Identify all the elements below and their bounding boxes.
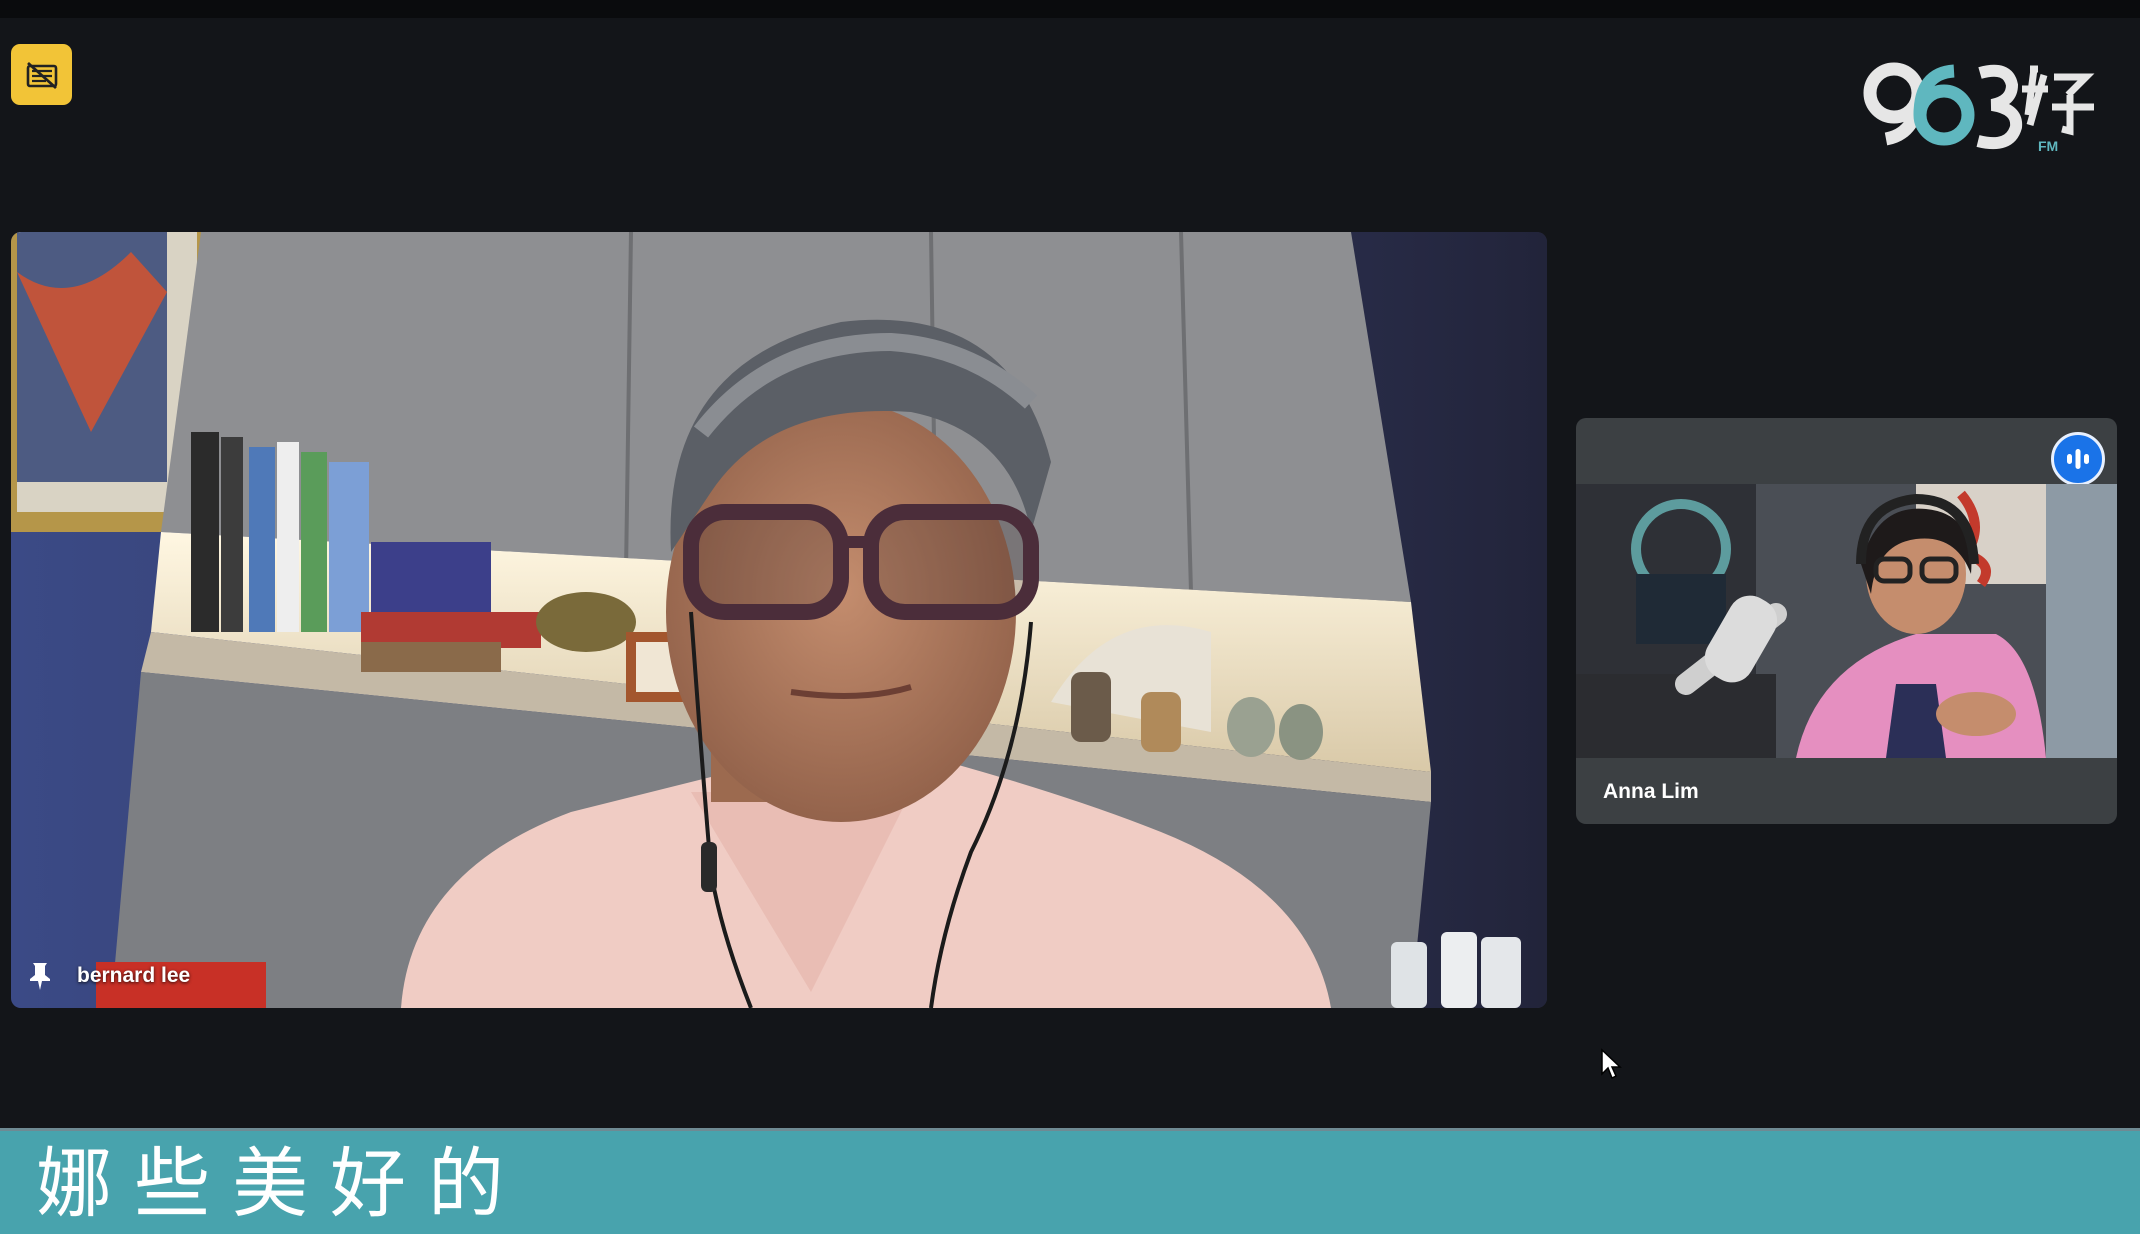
video-off-badge[interactable] <box>11 44 72 105</box>
speaker-name-tag: bernard lee <box>29 954 190 998</box>
svg-text:FM: FM <box>2038 138 2058 154</box>
audio-wave-icon <box>2067 449 2089 469</box>
speaking-indicator <box>2051 432 2105 486</box>
main-speaker-tile[interactable]: bernard lee <box>11 232 1547 1008</box>
pin-icon[interactable] <box>29 961 51 991</box>
mouse-pointer-icon <box>1601 1048 1622 1080</box>
participant-name: Anna Lim <box>1603 780 1699 803</box>
main-speaker-video <box>11 232 1547 1008</box>
participant-tile[interactable]: Anna Lim <box>1576 418 2117 824</box>
caption-text: 娜些美好的 <box>36 1139 526 1228</box>
station-logo: FM <box>1863 62 2095 154</box>
speaker-name: bernard lee <box>77 964 191 987</box>
video-off-icon <box>26 61 57 89</box>
top-strip <box>0 0 2140 18</box>
participant-video <box>1576 484 2117 758</box>
